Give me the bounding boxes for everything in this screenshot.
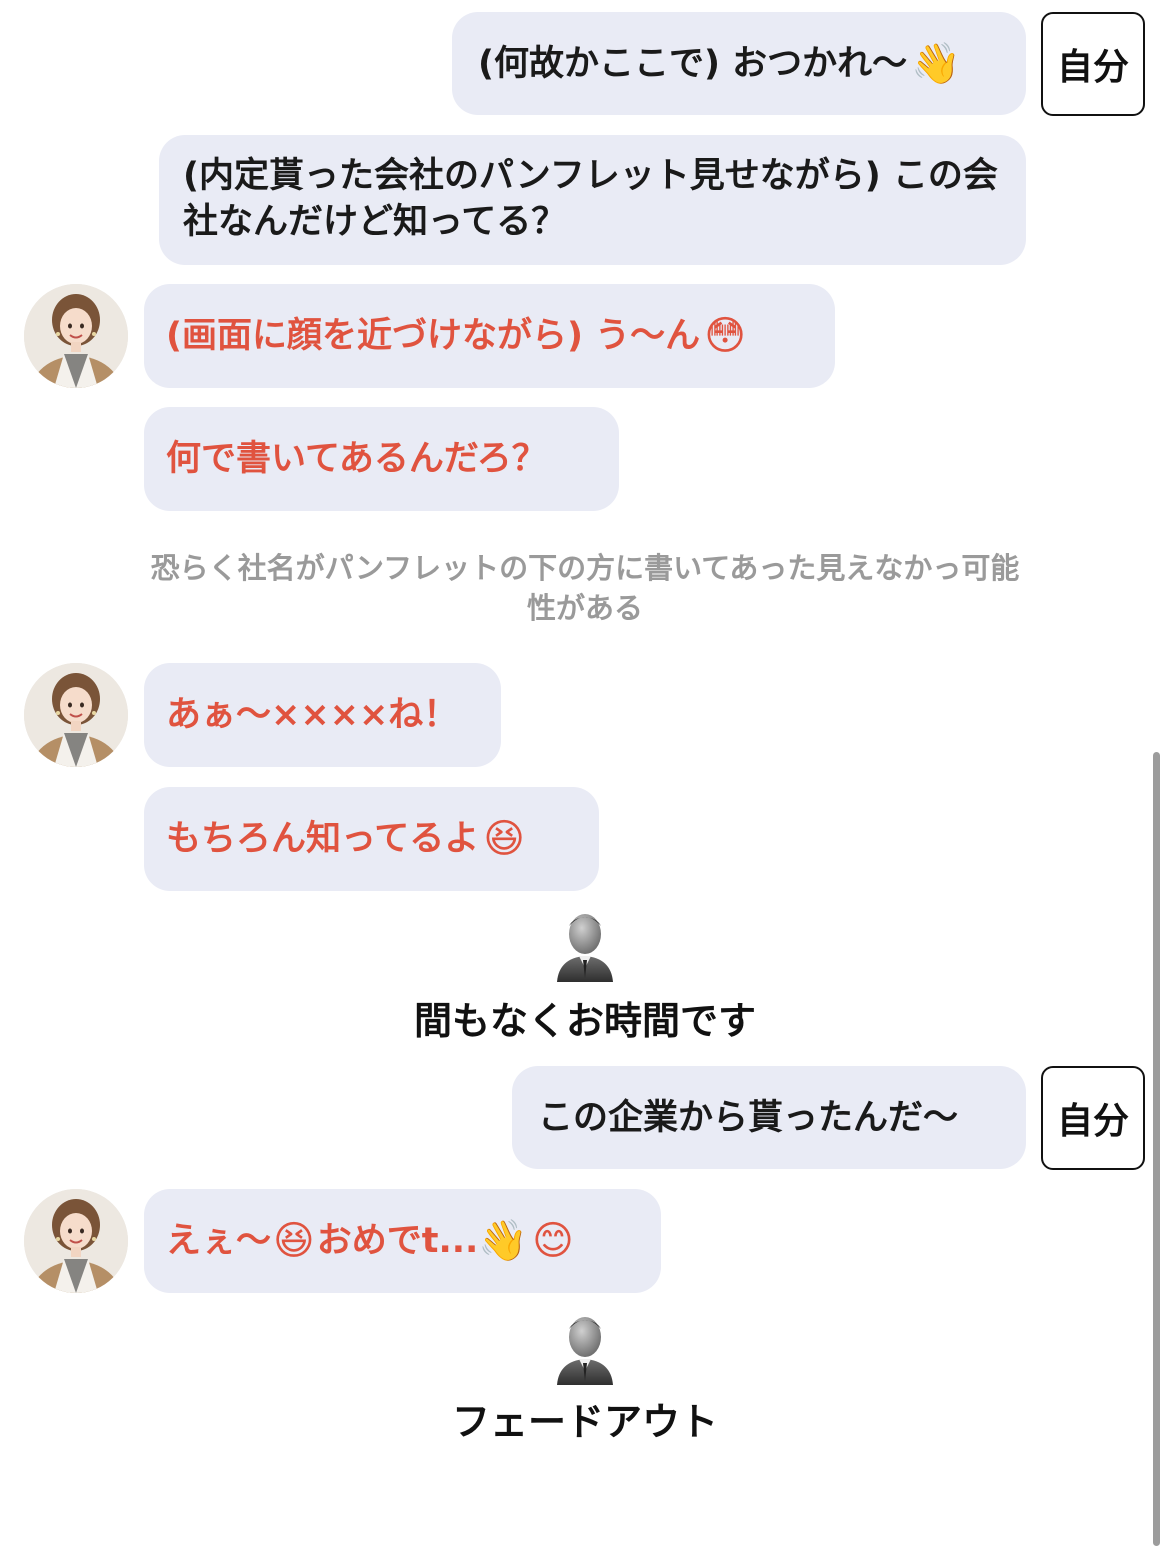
flushed-face-emoji-icon: 😳 [704, 313, 746, 359]
avatar [24, 284, 128, 388]
other-message-bubble: あぁ〜××××ね！ [144, 663, 501, 767]
laughing-face-emoji-icon: 😆 [483, 816, 525, 862]
other-message-bubble: えぇ〜 😆 おめでt... 👋 😊 [144, 1189, 661, 1293]
message-text: この企業から貰ったんだ〜 [538, 1097, 959, 1138]
message-text-part: えぇ〜 [166, 1221, 272, 1261]
self-message-bubble: (何故かここで) おつかれ〜 👋 [452, 12, 1026, 115]
businessman-icon [557, 1317, 613, 1385]
message-text: (何故かここで) おつかれ〜 [478, 43, 908, 84]
waving-hand-emoji-icon: 👋 [911, 40, 961, 87]
avatar-photo [24, 1189, 128, 1293]
avatar [24, 1189, 128, 1293]
message-text: 何で書いてあるんだろ？ [166, 439, 547, 479]
smiling-face-emoji-icon: 😊 [532, 1218, 574, 1264]
laughing-face-emoji-icon: 😆 [273, 1218, 315, 1264]
message-text: (内定貰った会社のパンフレット見せながら) この会社なんだけど知ってる？ [183, 156, 998, 242]
narration-note: 恐らく社名がパンフレットの下の方に書いてあった見えなかっ可能性がある [150, 551, 1020, 625]
message-text: あぁ〜××××ね！ [166, 695, 459, 735]
self-tag: 自分 [1041, 12, 1145, 116]
system-message: フェードアウト [451, 1400, 718, 1444]
message-text-part: おめでt... [316, 1221, 479, 1261]
scrollbar[interactable] [1153, 752, 1160, 1546]
self-message-bubble: (内定貰った会社のパンフレット見せながら) この会社なんだけど知ってる？ [159, 135, 1026, 265]
self-message-bubble: この企業から貰ったんだ〜 [512, 1066, 1026, 1169]
message-text: (画面に顔を近づけながら) う〜ん [166, 316, 701, 356]
message-text: もちろん知ってるよ [166, 819, 480, 859]
self-tag: 自分 [1041, 1066, 1145, 1170]
businessman-icon [557, 914, 613, 982]
other-message-bubble: 何で書いてあるんだろ？ [144, 407, 619, 511]
avatar-photo [24, 663, 128, 767]
avatar [24, 663, 128, 767]
system-message: 間もなくお時間です [413, 999, 756, 1043]
other-message-bubble: (画面に顔を近づけながら) う〜ん 😳 [144, 284, 835, 388]
avatar-photo [24, 284, 128, 388]
other-message-bubble: もちろん知ってるよ 😆 [144, 787, 599, 891]
waving-hand-emoji-icon: 👋 [478, 1218, 529, 1264]
